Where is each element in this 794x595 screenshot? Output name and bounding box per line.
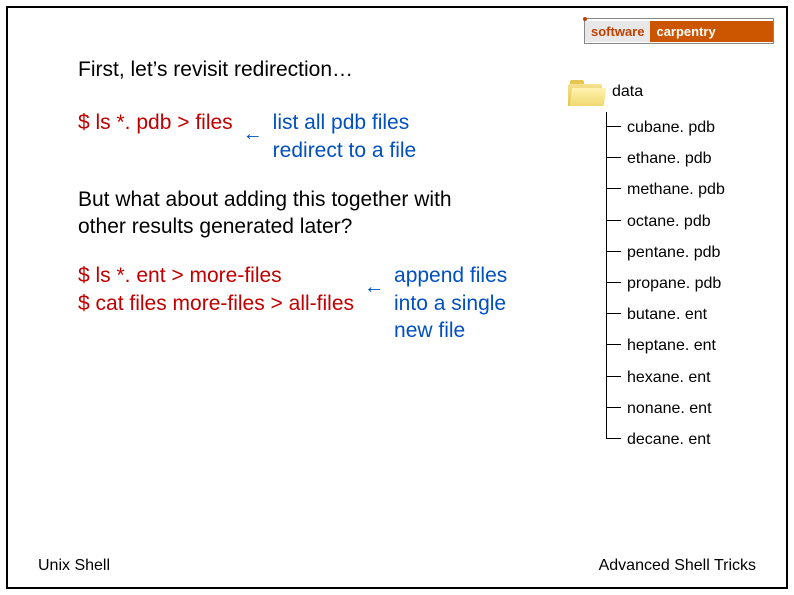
slide-frame: software carpentry First, let’s revisit … [6, 6, 788, 589]
file-tree: data cubane. pdb ethane. pdb methane. pd… [596, 78, 756, 455]
tree-item: propane. pdb [607, 268, 756, 299]
tree-item: octane. pdb [607, 206, 756, 237]
tree-item: pentane. pdb [607, 237, 756, 268]
footer-left: Unix Shell [38, 557, 110, 575]
tree-item: heptane. ent [607, 330, 756, 361]
tree-item: methane. pdb [607, 174, 756, 205]
annotation-2-line-1: append files [394, 262, 507, 289]
annotation-2: append files into a single new file [394, 262, 507, 344]
annotation-1-line-1: list all pdb files [273, 109, 417, 136]
annotation-2-line-3: new file [394, 317, 507, 344]
example-row-2: $ ls *. ent > more-files $ cat files mor… [78, 262, 586, 344]
tree-item: hexane. ent [607, 362, 756, 393]
tree-item: nonane. ent [607, 393, 756, 424]
example-row-1: $ ls *. pdb > files ← list all pdb files… [78, 109, 586, 164]
command-2-line-2: $ cat files more-files > all-files [78, 290, 354, 317]
question-text: But what about adding this together with… [78, 186, 586, 241]
folder-label: data [612, 83, 643, 101]
question-line-2: other results generated later? [78, 213, 586, 240]
annotation-1: list all pdb files redirect to a file [273, 109, 417, 164]
question-line-1: But what about adding this together with [78, 186, 586, 213]
tree-list: cubane. pdb ethane. pdb methane. pdb oct… [606, 112, 756, 455]
heading-text: First, let’s revisit redirection… [78, 56, 586, 83]
annotation-2-line-2: into a single [394, 290, 507, 317]
folder-icon [568, 78, 604, 106]
command-2-line-1: $ ls *. ent > more-files [78, 262, 354, 289]
arrow-icon: ← [364, 274, 384, 300]
tree-item: cubane. pdb [607, 112, 756, 143]
annotation-1-line-2: redirect to a file [273, 137, 417, 164]
tree-item: decane. ent [607, 424, 756, 455]
arrow-icon: ← [243, 121, 263, 147]
footer-right: Advanced Shell Tricks [599, 557, 756, 575]
tree-item: ethane. pdb [607, 143, 756, 174]
command-2: $ ls *. ent > more-files $ cat files mor… [78, 262, 354, 317]
slide-content: First, let’s revisit redirection… $ ls *… [78, 56, 586, 344]
command-1: $ ls *. pdb > files [78, 109, 233, 136]
logo-left: software [585, 21, 650, 42]
tree-item: butane. ent [607, 299, 756, 330]
brand-logo: software carpentry [584, 18, 774, 44]
logo-right: carpentry [650, 21, 773, 42]
folder-row: data [568, 78, 756, 106]
